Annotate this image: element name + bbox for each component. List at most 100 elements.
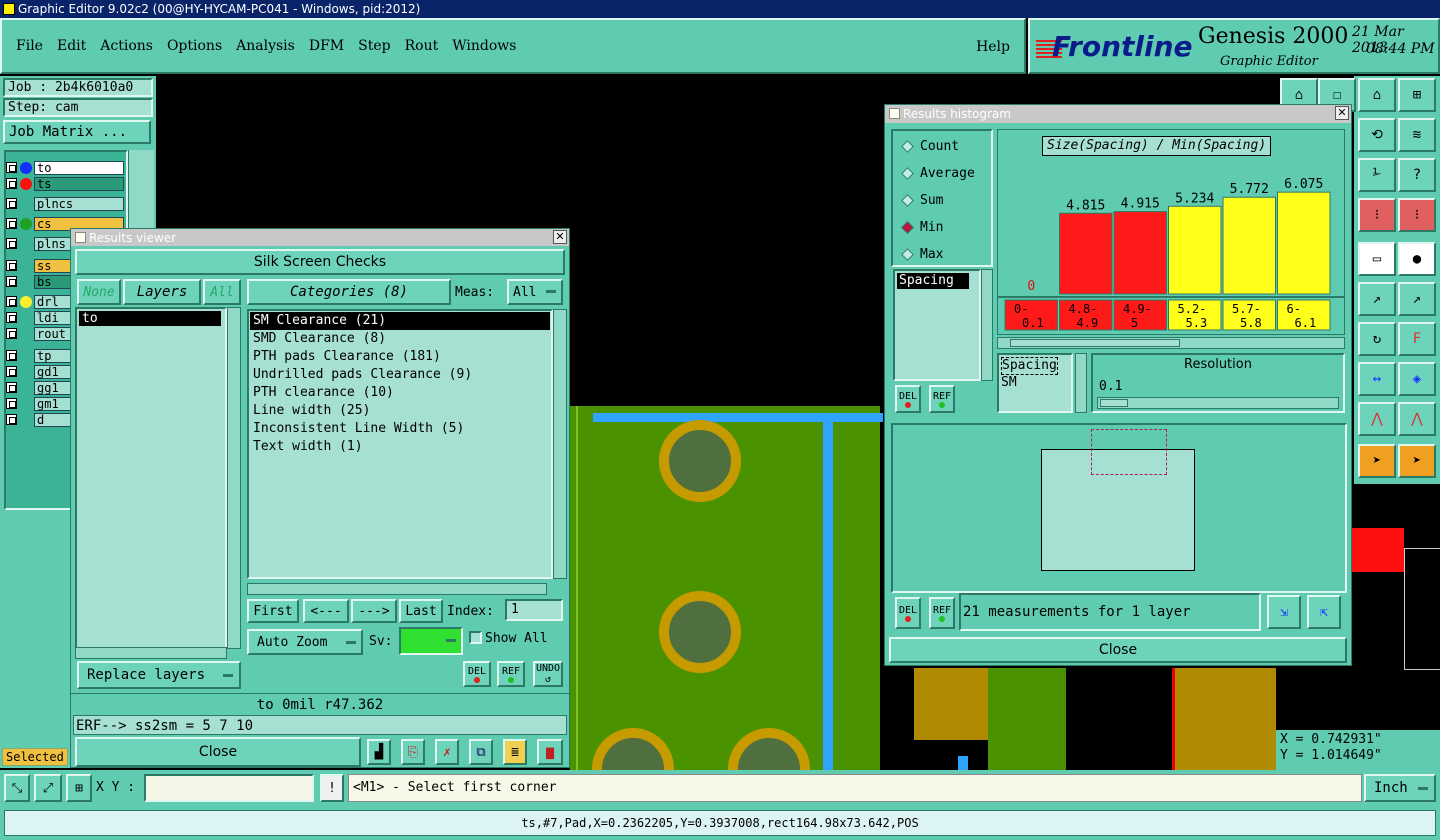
tool-measure-red-icon[interactable]: ↗ (1398, 282, 1436, 316)
histogram-bar[interactable] (1222, 196, 1276, 295)
ref-button[interactable]: REF (497, 661, 525, 687)
layer-checkbox[interactable] (6, 414, 17, 425)
tool-layer-b-icon[interactable]: ⁝ (1398, 198, 1436, 232)
first-button[interactable]: First (247, 599, 299, 623)
close-icon[interactable]: ✕ (1335, 106, 1349, 120)
tool-text-icon[interactable]: F (1398, 322, 1436, 356)
menu-options[interactable]: Options (167, 38, 222, 54)
tool-select-net-icon[interactable]: ➤ (1398, 444, 1436, 478)
menu-rout[interactable]: Rout (405, 38, 439, 54)
layer-list-hscrollbar[interactable] (75, 647, 227, 659)
category-hscrollbar[interactable] (247, 583, 547, 595)
tool-scale-icon[interactable]: ⅟ (1358, 158, 1396, 192)
layer-result-item[interactable]: to (79, 311, 221, 326)
preview-del-button[interactable]: DEL (895, 597, 921, 629)
layer-checkbox[interactable] (6, 238, 17, 249)
category-item[interactable]: SMD Clearance (8) (250, 330, 550, 348)
results-close-button[interactable]: Close (75, 737, 361, 767)
histogram-close-button[interactable]: Close (889, 637, 1347, 663)
menu-dfm[interactable]: DFM (309, 38, 344, 54)
index-input[interactable]: 1 (505, 599, 563, 621)
histogram-bar[interactable] (1113, 211, 1167, 295)
last-button[interactable]: Last (399, 599, 443, 623)
option-count[interactable]: Count (893, 133, 991, 160)
tool-measure-icon[interactable]: ↗ (1358, 282, 1396, 316)
layer-checkbox[interactable] (6, 162, 17, 173)
measure-list[interactable]: Spacing (893, 269, 981, 381)
layer-checkbox[interactable] (6, 260, 17, 271)
sm-item[interactable]: SM (1001, 375, 1069, 391)
chart-hscrollbar[interactable] (997, 337, 1345, 349)
viewer-tool-3-icon[interactable]: ✗ (435, 739, 459, 765)
layer-checkbox[interactable] (6, 178, 17, 189)
layer-checkbox[interactable] (6, 312, 17, 323)
sv-color-picker[interactable] (399, 627, 463, 655)
layer-checkbox[interactable] (6, 198, 17, 209)
tool-split-icon[interactable]: ⊞ (1398, 78, 1436, 112)
menu-help[interactable]: Help (976, 39, 1010, 55)
tool-pad-icon[interactable]: ● (1398, 242, 1436, 276)
close-icon[interactable]: ✕ (553, 230, 567, 244)
job-matrix-button[interactable]: Job Matrix ... (3, 120, 151, 144)
tool-arc-icon[interactable]: ↻ (1358, 322, 1396, 356)
tool-layer-a-icon[interactable]: ⁝ (1358, 198, 1396, 232)
layer-row-to[interactable]: to (6, 160, 124, 175)
undo-button[interactable]: UNDO ↺ (533, 661, 563, 687)
menu-step[interactable]: Step (358, 38, 390, 54)
hist-ref-button[interactable]: REF (929, 385, 955, 413)
category-item[interactable]: PTH pads Clearance (181) (250, 348, 550, 366)
category-item[interactable]: SM Clearance (21) (250, 312, 550, 330)
viewer-tool-5-icon[interactable]: ≣ (503, 739, 527, 765)
option-min[interactable]: Min (893, 214, 991, 241)
meas-dropdown[interactable]: All (507, 279, 563, 305)
show-all-checkbox[interactable] (469, 631, 482, 644)
menu-analysis[interactable]: Analysis (236, 38, 295, 54)
export-right-icon[interactable]: ⇱ (1307, 595, 1341, 629)
layer-checkbox[interactable] (6, 398, 17, 409)
layer-row-ts[interactable]: ts (6, 176, 124, 191)
all-button[interactable]: All (203, 279, 241, 305)
histogram-tool-icon[interactable]: ▆ (537, 739, 563, 765)
menu-file[interactable]: File (16, 38, 43, 54)
tool-route-icon[interactable]: ⋀ (1358, 402, 1396, 436)
histogram-bar[interactable] (1168, 205, 1222, 295)
layer-row-plncs[interactable]: plncs (6, 196, 124, 211)
measure-scrollbar[interactable] (981, 269, 993, 381)
menu-actions[interactable]: Actions (100, 38, 153, 54)
layer-results-list[interactable]: to (75, 307, 227, 649)
category-item[interactable]: PTH clearance (10) (250, 384, 550, 402)
histogram-bar[interactable] (1277, 191, 1331, 295)
category-item[interactable]: Inconsistent Line Width (5) (250, 420, 550, 438)
layer-checkbox[interactable] (6, 218, 17, 229)
menu-edit[interactable]: Edit (57, 38, 86, 54)
measure-item[interactable]: Spacing (897, 273, 969, 289)
del-button[interactable]: DEL (463, 661, 491, 687)
category-list[interactable]: SM Clearance (21) SMD Clearance (8) PTH … (247, 309, 553, 579)
categories-button[interactable]: Categories (8) (247, 279, 451, 305)
layer-checkbox[interactable] (6, 296, 17, 307)
replace-layers-dropdown[interactable]: Replace layers (77, 661, 241, 689)
option-max[interactable]: Max (893, 241, 991, 268)
tool-distance-icon[interactable]: ↔ (1358, 362, 1396, 396)
units-dropdown[interactable]: Inch (1364, 774, 1436, 802)
menu-windows[interactable]: Windows (452, 38, 516, 54)
viewer-tool-1-icon[interactable]: ▟ (367, 739, 391, 765)
prev-button[interactable]: <--- (303, 599, 349, 623)
layer-checkbox[interactable] (6, 382, 17, 393)
spacing-item[interactable]: Spacing (1001, 357, 1058, 375)
export-left-icon[interactable]: ⇲ (1267, 595, 1301, 629)
xy-input[interactable] (144, 774, 314, 802)
layer-checkbox[interactable] (6, 350, 17, 361)
category-item[interactable]: Undrilled pads Clearance (9) (250, 366, 550, 384)
alert-icon[interactable]: ! (320, 774, 344, 802)
viewer-tool-4-icon[interactable]: ⧉ (469, 739, 493, 765)
option-average[interactable]: Average (893, 160, 991, 187)
preview-ref-button[interactable]: REF (929, 597, 955, 629)
tool-snap-icon[interactable]: ≋ (1398, 118, 1436, 152)
layer-list-scrollbar[interactable] (227, 307, 241, 649)
tool-route-b-icon[interactable]: ⋀ (1398, 402, 1436, 436)
chart-scroll-thumb[interactable] (1010, 339, 1180, 347)
grid-icon[interactable]: ⊞ (66, 774, 92, 802)
spacing-scrollbar[interactable] (1075, 353, 1087, 413)
histogram-bar[interactable] (1059, 212, 1113, 295)
